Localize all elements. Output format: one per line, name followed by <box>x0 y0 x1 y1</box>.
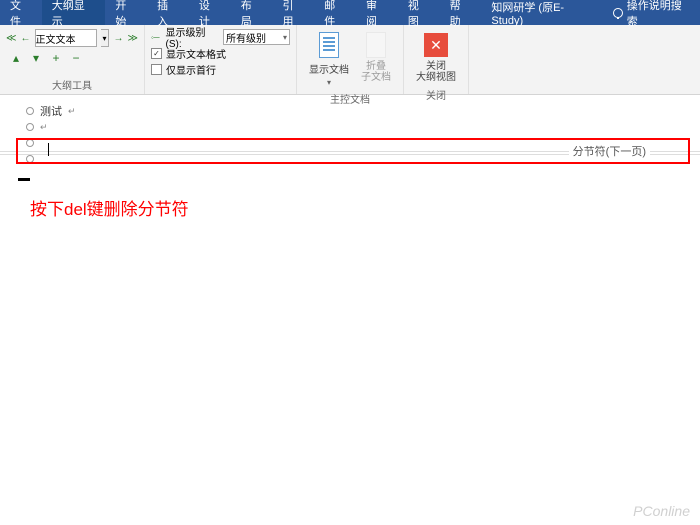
outline-level-group: ≪ ← ▾ → ≫ ▴ ▾ + − 大纲工具 <box>0 25 145 94</box>
lightbulb-icon <box>613 8 623 18</box>
show-firstline-label: 仅显示首行 <box>166 62 216 77</box>
master-doc-group: 显示文档 ▾ 折叠 子文档 主控文档 <box>297 25 404 94</box>
show-level-icon: ◦─ <box>151 33 161 42</box>
chevron-down-icon: ▾ <box>327 78 331 87</box>
tab-outline[interactable]: 大纲显示 <box>42 0 106 25</box>
ribbon: ≪ ← ▾ → ≫ ▴ ▾ + − 大纲工具 ◦─ 显示级别(S): 所有级别▾ <box>0 25 700 95</box>
tab-view[interactable]: 视图 <box>398 0 440 25</box>
outline-level-select[interactable] <box>35 29 97 47</box>
close-btn-label: 关闭 大纲视图 <box>416 61 456 83</box>
demote-icon[interactable]: → <box>113 31 123 45</box>
collapse-subdoc-button: 折叠 子文档 <box>355 29 397 89</box>
annotation-highlight-box <box>16 138 690 164</box>
bullet-icon <box>26 107 34 115</box>
tab-design[interactable]: 设计 <box>189 0 231 25</box>
tab-estudy[interactable]: 知网研学 (原E-Study) <box>481 0 604 25</box>
tab-layout[interactable]: 布局 <box>231 0 273 25</box>
tab-mail[interactable]: 邮件 <box>314 0 356 25</box>
tab-references[interactable]: 引用 <box>272 0 314 25</box>
close-outline-button[interactable]: ✕ 关闭 大纲视图 <box>410 29 462 85</box>
demote-body-icon[interactable]: ≫ <box>128 31 138 45</box>
tab-file[interactable]: 文件 <box>0 0 42 25</box>
close-icon: ✕ <box>424 33 448 57</box>
show-document-button[interactable]: 显示文档 ▾ <box>303 29 355 89</box>
tell-me-label: 操作说明搜索 <box>627 0 692 29</box>
dropdown-icon[interactable]: ▾ <box>101 29 110 47</box>
tab-home[interactable]: 开始 <box>105 0 147 25</box>
show-firstline-checkbox[interactable] <box>151 64 162 75</box>
collapse-doc-icon <box>366 32 386 58</box>
menu-bar: 文件 大纲显示 开始 插入 设计 布局 引用 邮件 审阅 视图 帮助 知网研学 … <box>0 0 700 25</box>
show-level-select[interactable]: 所有级别▾ <box>223 29 290 45</box>
tab-help[interactable]: 帮助 <box>440 0 482 25</box>
promote-top-icon[interactable]: ≪ <box>6 31 16 45</box>
group-label-outline-tools: 大纲工具 <box>6 75 138 92</box>
tab-insert[interactable]: 插入 <box>147 0 189 25</box>
promote-icon[interactable]: ← <box>20 31 30 45</box>
move-up-icon[interactable]: ▴ <box>10 51 22 65</box>
dash-mark <box>18 178 30 181</box>
show-format-checkbox[interactable]: ✓ <box>151 48 162 59</box>
watermark: PConline <box>633 503 690 519</box>
collapse-sub-label: 折叠 子文档 <box>361 61 391 83</box>
paragraph-mark-icon: ↵ <box>40 122 48 133</box>
show-doc-label: 显示文档 <box>309 61 349 76</box>
outline-row[interactable]: 测试 ↵ <box>26 103 700 119</box>
show-group: ◦─ 显示级别(S): 所有级别▾ ✓ 显示文本格式 仅显示首行 <box>145 25 297 94</box>
paragraph-mark-icon: ↵ <box>68 106 76 117</box>
show-format-label: 显示文本格式 <box>166 46 226 61</box>
outline-row[interactable]: ↵ <box>26 119 700 135</box>
tab-review[interactable]: 审阅 <box>356 0 398 25</box>
collapse-icon[interactable]: − <box>70 51 82 65</box>
document-icon <box>319 32 339 58</box>
move-down-icon[interactable]: ▾ <box>30 51 42 65</box>
expand-icon[interactable]: + <box>50 51 62 65</box>
doc-text: 测试 <box>40 103 62 119</box>
close-group: ✕ 关闭 大纲视图 关闭 <box>404 25 469 94</box>
tell-me-search[interactable]: 操作说明搜索 <box>605 0 700 25</box>
annotation-text: 按下del键删除分节符 <box>30 195 189 220</box>
bullet-icon <box>26 123 34 131</box>
